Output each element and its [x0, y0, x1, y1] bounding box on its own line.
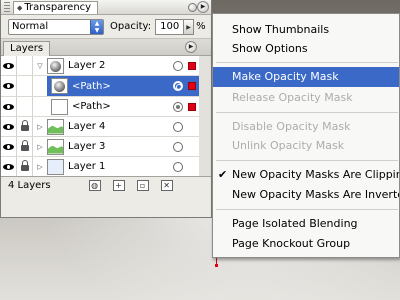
layer-row-layer-2[interactable]: ▽ Layer 2 [1, 56, 199, 76]
layer-list: ▽ Layer 2 <Path> <Path> ▷ Layer 4 ▷ Laye… [1, 56, 211, 176]
menu-item-label: Unlink Opacity Mask [232, 139, 345, 152]
target-circle-icon[interactable] [173, 161, 183, 172]
visibility-eye-icon[interactable] [1, 56, 17, 75]
visibility-eye-icon[interactable] [1, 97, 17, 116]
target-circle-icon[interactable] [173, 141, 183, 152]
menu-item-page-knockout-group[interactable]: Page Knockout Group [213, 234, 399, 254]
layer-thumbnail [47, 118, 64, 135]
menu-item-label: Show Options [232, 42, 308, 55]
menu-item-label: Disable Opacity Mask [232, 120, 351, 133]
target-circle-icon[interactable] [173, 101, 183, 112]
new-layer-icon[interactable]: ▫ [136, 180, 149, 191]
path-thumbnail [51, 78, 68, 94]
layers-menu-button[interactable]: ▶ [185, 41, 197, 53]
layer-color-swatch [188, 102, 196, 111]
menu-item-label: Make Opacity Mask [232, 70, 339, 83]
menu-item-label: New Opacity Masks Are Clipping [232, 168, 399, 181]
clipping-mask-icon[interactable]: ◍ [88, 180, 101, 191]
layer-name: Layer 3 [68, 141, 106, 152]
menu-separator [216, 160, 398, 161]
menu-item-new-masks-inverted[interactable]: New Opacity Masks Are Inverted [213, 185, 399, 205]
tab-transparency[interactable]: ◆ Transparency [13, 0, 99, 14]
layer-thumbnail [47, 138, 64, 155]
menu-item-make-opacity-mask[interactable]: Make Opacity Mask [213, 67, 399, 87]
layer-name: Layer 2 [68, 60, 106, 71]
lock-icon[interactable] [17, 157, 33, 176]
palette-titlebar[interactable]: ◆ Transparency [1, 0, 211, 15]
layer-thumbnail [47, 158, 64, 175]
layer-name: Layer 4 [68, 121, 106, 132]
menu-separator [216, 209, 398, 210]
expand-right-triangle-icon[interactable]: ▷ [33, 117, 47, 136]
expand-right-triangle-icon[interactable]: ▷ [33, 137, 47, 156]
blend-mode-select[interactable]: Normal ▲ ▼ [8, 18, 104, 35]
menu-item-release-opacity-mask[interactable]: Release Opacity Mask [213, 88, 399, 108]
layers-footer: 4 Layers ◍ + ▫ ✕ [1, 176, 211, 194]
lock-toggle-empty[interactable] [17, 76, 33, 96]
menu-separator [216, 112, 398, 113]
path-thumbnail [51, 98, 68, 115]
expand-triangle-icon[interactable]: ◆ [17, 4, 22, 12]
minimize-icon[interactable] [188, 2, 197, 12]
lock-icon[interactable] [17, 117, 33, 136]
panel-menu-button[interactable]: ▶ [197, 1, 209, 13]
menu-item-unlink-opacity-mask[interactable]: Unlink Opacity Mask [213, 136, 399, 156]
opacity-label: Opacity: [110, 21, 152, 32]
drag-grip-icon[interactable] [4, 1, 10, 13]
layer-thumbnail [47, 57, 64, 74]
visibility-eye-icon[interactable] [1, 76, 17, 96]
transparency-flyout-menu: Show Thumbnails Show Options Make Opacit… [212, 13, 400, 258]
layer-row-layer-4[interactable]: ▷ Layer 4 [1, 117, 199, 137]
menu-item-label: Release Opacity Mask [232, 91, 353, 104]
layer-count: 4 Layers [8, 180, 51, 191]
layer-name: Layer 1 [68, 161, 106, 172]
layer-name: <Path> [72, 80, 111, 92]
lock-toggle-empty[interactable] [17, 97, 33, 116]
tab-layers[interactable]: Layers [3, 41, 51, 56]
target-circle-icon[interactable] [173, 121, 183, 132]
menu-item-new-masks-clipping[interactable]: ✔ New Opacity Masks Are Clipping [213, 165, 399, 185]
menu-separator [216, 62, 398, 63]
menu-item-label: Show Thumbnails [232, 23, 330, 36]
transparency-layers-palette: ◆ Transparency ▶ Normal ▲ ▼ Opacity: 100 ▶… [0, 0, 212, 218]
lock-toggle-empty[interactable] [17, 56, 33, 75]
selection-color-swatch[interactable] [188, 82, 196, 90]
opacity-unit: % [196, 21, 206, 32]
blend-mode-value: Normal [12, 21, 49, 32]
trash-icon[interactable]: ✕ [160, 180, 173, 191]
layer-row-path[interactable]: <Path> [1, 97, 199, 117]
new-sublayer-icon[interactable]: + [112, 180, 125, 191]
layer-color-swatch [188, 61, 196, 70]
menu-item-show-thumbnails[interactable]: Show Thumbnails [213, 20, 399, 40]
visibility-eye-icon[interactable] [1, 157, 17, 176]
target-selected-icon[interactable] [173, 81, 183, 91]
expand-right-triangle-icon[interactable]: ▷ [33, 157, 47, 176]
layer-row-layer-1[interactable]: ▷ Layer 1 [1, 157, 199, 176]
menu-item-label: Page Isolated Blending [232, 217, 358, 230]
checkmark-icon: ✔ [218, 168, 228, 181]
menu-item-page-isolated-blending[interactable]: Page Isolated Blending [213, 214, 399, 234]
layers-header: Layers ▶ [1, 39, 211, 56]
menu-item-label: Page Knockout Group [232, 237, 351, 250]
layer-name: <Path> [72, 101, 111, 112]
opacity-controls-row: Normal ▲ ▼ Opacity: 100 ▶ % [1, 15, 211, 39]
select-arrows-icon[interactable]: ▲ ▼ [90, 19, 103, 34]
layer-row-path-selected[interactable]: <Path> [1, 76, 199, 97]
opacity-dropdown-icon[interactable]: ▶ [184, 18, 195, 35]
menu-item-disable-opacity-mask[interactable]: Disable Opacity Mask [213, 117, 399, 137]
layers-tab-label: Layers [10, 43, 44, 54]
transparency-tab-label: Transparency [24, 1, 92, 13]
visibility-eye-icon[interactable] [1, 117, 17, 136]
target-circle-icon[interactable] [173, 60, 183, 71]
selection-bound-corner [215, 264, 218, 267]
opacity-input[interactable]: 100 [155, 18, 185, 35]
menu-item-show-options[interactable]: Show Options [213, 39, 399, 59]
expand-down-triangle-icon[interactable]: ▽ [33, 56, 47, 75]
menu-item-label: New Opacity Masks Are Inverted [232, 188, 399, 201]
visibility-eye-icon[interactable] [1, 137, 17, 156]
layer-row-layer-3[interactable]: ▷ Layer 3 [1, 137, 199, 157]
lock-icon[interactable] [17, 137, 33, 156]
